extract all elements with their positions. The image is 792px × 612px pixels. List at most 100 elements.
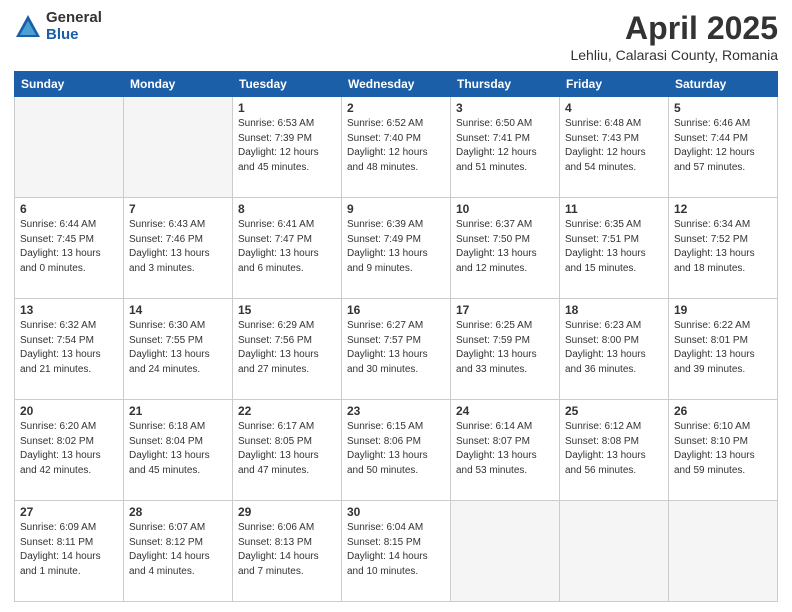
col-header-sunday: Sunday bbox=[15, 72, 124, 97]
day-number: 10 bbox=[456, 202, 554, 216]
calendar-body: 1 Sunrise: 6:53 AMSunset: 7:39 PMDaylight… bbox=[15, 97, 778, 602]
day-number: 5 bbox=[674, 101, 772, 115]
calendar-table: SundayMondayTuesdayWednesdayThursdayFrid… bbox=[14, 71, 778, 602]
calendar-cell bbox=[560, 501, 669, 602]
calendar-header: SundayMondayTuesdayWednesdayThursdayFrid… bbox=[15, 72, 778, 97]
col-header-friday: Friday bbox=[560, 72, 669, 97]
day-info: Sunrise: 6:20 AMSunset: 8:02 PMDaylight:… bbox=[20, 420, 118, 478]
calendar-cell: 21 Sunrise: 6:18 AMSunset: 8:04 PMDayligh… bbox=[124, 400, 233, 501]
calendar-cell: 12 Sunrise: 6:34 AMSunset: 7:52 PMDayligh… bbox=[669, 198, 778, 299]
week-row-0: 1 Sunrise: 6:53 AMSunset: 7:39 PMDaylight… bbox=[15, 97, 778, 198]
calendar-cell: 14Sunrise: 6:30 AMSunset: 7:55 PMDayligh… bbox=[124, 299, 233, 400]
day-number: 20 bbox=[20, 404, 118, 418]
calendar-cell: 6 Sunrise: 6:44 AMSunset: 7:45 PMDaylight… bbox=[15, 198, 124, 299]
day-number: 27 bbox=[20, 505, 118, 519]
day-info: Sunrise: 6:35 AMSunset: 7:51 PMDaylight:… bbox=[565, 218, 663, 276]
day-number: 8 bbox=[238, 202, 336, 216]
day-number: 6 bbox=[20, 202, 118, 216]
calendar-cell: 11 Sunrise: 6:35 AMSunset: 7:51 PMDayligh… bbox=[560, 198, 669, 299]
day-info: Sunrise: 6:46 AMSunset: 7:44 PMDaylight:… bbox=[674, 117, 772, 175]
calendar-cell: 1 Sunrise: 6:53 AMSunset: 7:39 PMDaylight… bbox=[233, 97, 342, 198]
day-info: Sunrise: 6:04 AMSunset: 8:15 PMDaylight:… bbox=[347, 521, 445, 579]
day-number: 11 bbox=[565, 202, 663, 216]
calendar-cell: 30 Sunrise: 6:04 AMSunset: 8:15 PMDayligh… bbox=[342, 501, 451, 602]
logo-icon bbox=[14, 13, 42, 41]
day-number: 28 bbox=[129, 505, 227, 519]
day-info: Sunrise: 6:17 AMSunset: 8:05 PMDaylight:… bbox=[238, 420, 336, 478]
day-info: Sunrise: 6:43 AMSunset: 7:46 PMDaylight:… bbox=[129, 218, 227, 276]
day-number: 22 bbox=[238, 404, 336, 418]
calendar-cell bbox=[124, 97, 233, 198]
calendar-cell: 2 Sunrise: 6:52 AMSunset: 7:40 PMDaylight… bbox=[342, 97, 451, 198]
day-info: Sunrise: 6:39 AMSunset: 7:49 PMDaylight:… bbox=[347, 218, 445, 276]
day-number: 26 bbox=[674, 404, 772, 418]
week-row-2: 13Sunrise: 6:32 AMSunset: 7:54 PMDayligh… bbox=[15, 299, 778, 400]
calendar-cell: 20 Sunrise: 6:20 AMSunset: 8:02 PMDayligh… bbox=[15, 400, 124, 501]
week-row-3: 20 Sunrise: 6:20 AMSunset: 8:02 PMDayligh… bbox=[15, 400, 778, 501]
calendar-cell: 28Sunrise: 6:07 AMSunset: 8:12 PMDayligh… bbox=[124, 501, 233, 602]
day-number: 21 bbox=[129, 404, 227, 418]
day-info: Sunrise: 6:22 AMSunset: 8:01 PMDaylight:… bbox=[674, 319, 772, 377]
calendar-cell: 10 Sunrise: 6:37 AMSunset: 7:50 PMDayligh… bbox=[451, 198, 560, 299]
calendar-cell bbox=[15, 97, 124, 198]
day-info: Sunrise: 6:53 AMSunset: 7:39 PMDaylight:… bbox=[238, 117, 336, 175]
day-number: 25 bbox=[565, 404, 663, 418]
day-info: Sunrise: 6:18 AMSunset: 8:04 PMDaylight:… bbox=[129, 420, 227, 478]
calendar-cell bbox=[669, 501, 778, 602]
day-number: 12 bbox=[674, 202, 772, 216]
calendar-cell: 5 Sunrise: 6:46 AMSunset: 7:44 PMDaylight… bbox=[669, 97, 778, 198]
col-header-wednesday: Wednesday bbox=[342, 72, 451, 97]
day-number: 16 bbox=[347, 303, 445, 317]
day-info: Sunrise: 6:37 AMSunset: 7:50 PMDaylight:… bbox=[456, 218, 554, 276]
day-number: 18 bbox=[565, 303, 663, 317]
col-header-thursday: Thursday bbox=[451, 72, 560, 97]
day-number: 9 bbox=[347, 202, 445, 216]
header: General Blue April 2025 Lehliu, Calarasi… bbox=[14, 10, 778, 63]
day-info: Sunrise: 6:34 AMSunset: 7:52 PMDaylight:… bbox=[674, 218, 772, 276]
day-info: Sunrise: 6:23 AMSunset: 8:00 PMDaylight:… bbox=[565, 319, 663, 377]
day-number: 29 bbox=[238, 505, 336, 519]
calendar-cell: 19Sunrise: 6:22 AMSunset: 8:01 PMDayligh… bbox=[669, 299, 778, 400]
week-row-4: 27 Sunrise: 6:09 AMSunset: 8:11 PMDayligh… bbox=[15, 501, 778, 602]
day-number: 7 bbox=[129, 202, 227, 216]
day-number: 30 bbox=[347, 505, 445, 519]
day-info: Sunrise: 6:14 AMSunset: 8:07 PMDaylight:… bbox=[456, 420, 554, 478]
day-info: Sunrise: 6:44 AMSunset: 7:45 PMDaylight:… bbox=[20, 218, 118, 276]
col-header-saturday: Saturday bbox=[669, 72, 778, 97]
header-row: SundayMondayTuesdayWednesdayThursdayFrid… bbox=[15, 72, 778, 97]
calendar-cell: 17 Sunrise: 6:25 AMSunset: 7:59 PMDayligh… bbox=[451, 299, 560, 400]
calendar-cell: 4Sunrise: 6:48 AMSunset: 7:43 PMDaylight… bbox=[560, 97, 669, 198]
calendar-cell: 22 Sunrise: 6:17 AMSunset: 8:05 PMDayligh… bbox=[233, 400, 342, 501]
day-number: 4 bbox=[565, 101, 663, 115]
day-info: Sunrise: 6:12 AMSunset: 8:08 PMDaylight:… bbox=[565, 420, 663, 478]
logo-blue: Blue bbox=[46, 27, 102, 44]
day-info: Sunrise: 6:06 AMSunset: 8:13 PMDaylight:… bbox=[238, 521, 336, 579]
day-number: 23 bbox=[347, 404, 445, 418]
logo-text: General Blue bbox=[46, 10, 102, 43]
day-info: Sunrise: 6:10 AMSunset: 8:10 PMDaylight:… bbox=[674, 420, 772, 478]
calendar-cell: 29 Sunrise: 6:06 AMSunset: 8:13 PMDayligh… bbox=[233, 501, 342, 602]
day-info: Sunrise: 6:30 AMSunset: 7:55 PMDaylight:… bbox=[129, 319, 227, 377]
day-number: 17 bbox=[456, 303, 554, 317]
calendar-cell: 8Sunrise: 6:41 AMSunset: 7:47 PMDaylight… bbox=[233, 198, 342, 299]
day-info: Sunrise: 6:50 AMSunset: 7:41 PMDaylight:… bbox=[456, 117, 554, 175]
calendar-cell: 7 Sunrise: 6:43 AMSunset: 7:46 PMDaylight… bbox=[124, 198, 233, 299]
calendar-cell: 3 Sunrise: 6:50 AMSunset: 7:41 PMDaylight… bbox=[451, 97, 560, 198]
calendar-cell: 18 Sunrise: 6:23 AMSunset: 8:00 PMDayligh… bbox=[560, 299, 669, 400]
day-number: 15 bbox=[238, 303, 336, 317]
logo: General Blue bbox=[14, 10, 102, 43]
calendar-cell: 24Sunrise: 6:14 AMSunset: 8:07 PMDayligh… bbox=[451, 400, 560, 501]
day-info: Sunrise: 6:09 AMSunset: 8:11 PMDaylight:… bbox=[20, 521, 118, 579]
calendar-cell: 15Sunrise: 6:29 AMSunset: 7:56 PMDayligh… bbox=[233, 299, 342, 400]
day-info: Sunrise: 6:52 AMSunset: 7:40 PMDaylight:… bbox=[347, 117, 445, 175]
calendar-cell: 25 Sunrise: 6:12 AMSunset: 8:08 PMDayligh… bbox=[560, 400, 669, 501]
calendar-cell: 27 Sunrise: 6:09 AMSunset: 8:11 PMDayligh… bbox=[15, 501, 124, 602]
day-info: Sunrise: 6:25 AMSunset: 7:59 PMDaylight:… bbox=[456, 319, 554, 377]
calendar-cell: 23Sunrise: 6:15 AMSunset: 8:06 PMDayligh… bbox=[342, 400, 451, 501]
day-number: 2 bbox=[347, 101, 445, 115]
calendar-cell: 26 Sunrise: 6:10 AMSunset: 8:10 PMDayligh… bbox=[669, 400, 778, 501]
day-number: 1 bbox=[238, 101, 336, 115]
day-number: 3 bbox=[456, 101, 554, 115]
week-row-1: 6 Sunrise: 6:44 AMSunset: 7:45 PMDaylight… bbox=[15, 198, 778, 299]
col-header-tuesday: Tuesday bbox=[233, 72, 342, 97]
